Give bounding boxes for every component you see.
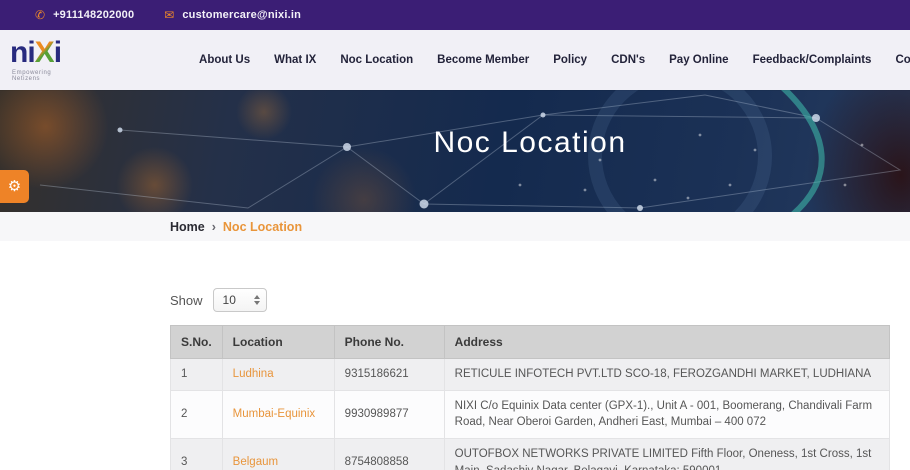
- nav-item-noc-location[interactable]: Noc Location: [340, 54, 413, 66]
- nav-item-about-us[interactable]: About Us: [199, 54, 250, 66]
- nav-item-feedback[interactable]: Feedback/Complaints: [753, 54, 872, 66]
- noc-location-table: S.No. Location Phone No. Address 1 Ludhi…: [170, 325, 890, 470]
- topbar-phone-number: +911148202000: [53, 9, 134, 21]
- breadcrumb-separator: ›: [212, 220, 216, 234]
- cell-sno: 2: [171, 390, 223, 438]
- nav-item-policy[interactable]: Policy: [553, 54, 587, 66]
- location-link[interactable]: Belgaum: [233, 456, 278, 468]
- location-link[interactable]: Mumbai-Equinix: [233, 408, 315, 420]
- breadcrumb-home-link[interactable]: Home: [170, 220, 205, 234]
- hero-banner: Noc Location ⚙: [0, 90, 910, 212]
- nixi-logo[interactable]: niXi Empowering Netizens: [10, 38, 61, 82]
- table-row: 1 Ludhina 9315186621 RETICULE INFOTECH P…: [171, 359, 890, 391]
- topbar-phone[interactable]: ✆ +911148202000: [35, 9, 134, 21]
- show-entries-label: Show: [170, 293, 203, 308]
- cell-address: OUTOFBOX NETWORKS PRIVATE LIMITED Fifth …: [444, 439, 889, 470]
- phone-icon: ✆: [35, 9, 45, 21]
- nav-item-what-ix[interactable]: What IX: [274, 54, 316, 66]
- select-arrows-icon: [254, 295, 260, 305]
- envelope-icon: ✉: [164, 9, 174, 21]
- logo-tagline: Empowering Netizens: [12, 70, 61, 82]
- cell-sno: 1: [171, 359, 223, 391]
- topbar-email-address: customercare@nixi.in: [182, 9, 301, 21]
- nav-item-pay-online[interactable]: Pay Online: [669, 54, 728, 66]
- breadcrumb: Home › Noc Location: [0, 212, 910, 241]
- topbar: ✆ +911148202000 ✉ customercare@nixi.in: [0, 0, 910, 30]
- nav-item-cdns[interactable]: CDN's: [611, 54, 645, 66]
- nav-item-become-member[interactable]: Become Member: [437, 54, 529, 66]
- navbar: niXi Empowering Netizens About Us What I…: [0, 30, 910, 90]
- location-link[interactable]: Ludhina: [233, 368, 274, 380]
- column-header-address: Address: [444, 326, 889, 359]
- table-row: 2 Mumbai-Equinix 9930989877 NIXI C/o Equ…: [171, 390, 890, 438]
- nav-links: About Us What IX Noc Location Become Mem…: [199, 54, 910, 66]
- column-header-phone: Phone No.: [334, 326, 444, 359]
- nav-item-contact-us[interactable]: Contact Us: [895, 54, 910, 66]
- show-entries-control: Show 10: [170, 288, 890, 312]
- settings-gear-button[interactable]: ⚙: [0, 170, 29, 203]
- table-header-row: S.No. Location Phone No. Address: [171, 326, 890, 359]
- show-entries-select[interactable]: 10: [213, 288, 267, 312]
- show-entries-value: 10: [223, 293, 236, 307]
- page-title: Noc Location: [170, 126, 890, 160]
- topbar-email[interactable]: ✉ customercare@nixi.in: [164, 9, 301, 21]
- gear-icon: ⚙: [8, 179, 21, 194]
- cell-phone: 8754808858: [334, 439, 444, 470]
- cell-address: NIXI C/o Equinix Data center (GPX-1)., U…: [444, 390, 889, 438]
- table-row: 3 Belgaum 8754808858 OUTOFBOX NETWORKS P…: [171, 439, 890, 470]
- breadcrumb-current: Noc Location: [223, 220, 302, 234]
- cell-address: RETICULE INFOTECH PVT.LTD SCO-18, FEROZG…: [444, 359, 889, 391]
- column-header-sno: S.No.: [171, 326, 223, 359]
- column-header-location: Location: [222, 326, 334, 359]
- cell-sno: 3: [171, 439, 223, 470]
- cell-location: Belgaum: [222, 439, 334, 470]
- logo-text: niXi: [10, 38, 61, 68]
- cell-location: Mumbai-Equinix: [222, 390, 334, 438]
- cell-location: Ludhina: [222, 359, 334, 391]
- cell-phone: 9315186621: [334, 359, 444, 391]
- main-content: Show 10 S.No. Location Phone No. Address…: [0, 241, 910, 470]
- cell-phone: 9930989877: [334, 390, 444, 438]
